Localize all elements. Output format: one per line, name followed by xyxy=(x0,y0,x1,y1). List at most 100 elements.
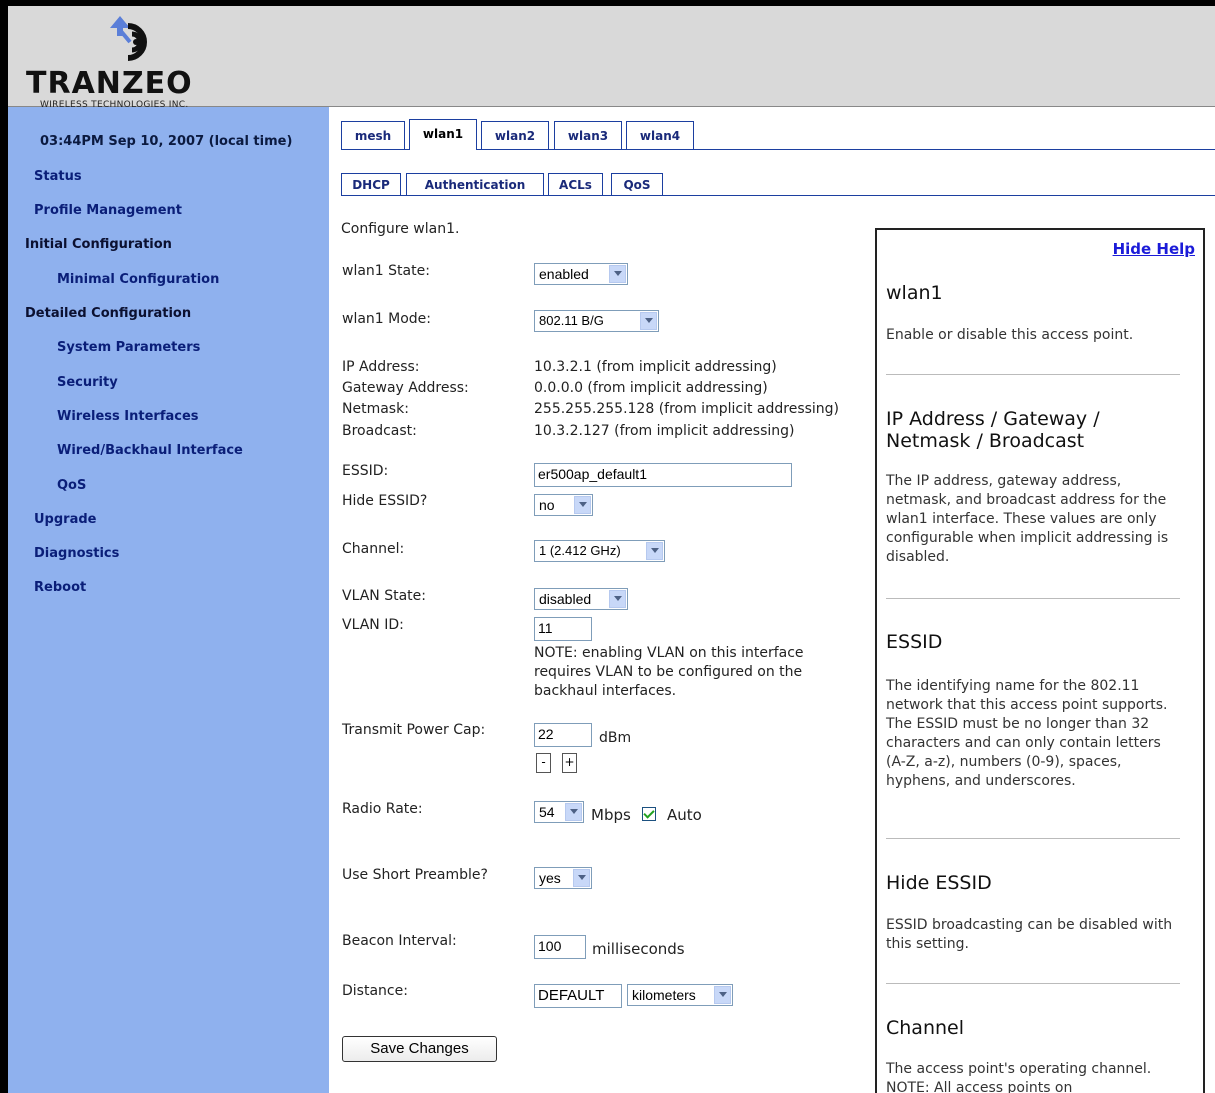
tab-wlan1[interactable]: wlan1 xyxy=(409,119,477,150)
sidebar-item-upgrade[interactable]: Upgrade xyxy=(34,512,96,527)
subtab-authentication-label: Authentication xyxy=(424,178,526,192)
distance-unit-select[interactable]: kilometers xyxy=(627,984,733,1006)
sidebar-item-reboot[interactable]: Reboot xyxy=(34,580,86,595)
beacon-interval-input[interactable]: 100 xyxy=(534,935,586,959)
short-preamble-label: Use Short Preamble? xyxy=(342,867,488,883)
vlan-note-line-2: requires VLAN to be configured on the xyxy=(534,664,803,680)
tab-wlan4-label: wlan4 xyxy=(639,129,681,143)
netmask-value: 255.255.255.128 (from implicit addressin… xyxy=(534,401,840,417)
help-divider xyxy=(886,598,1180,599)
gateway-address-value: 0.0.0.0 (from implicit addressing) xyxy=(534,380,768,396)
short-preamble-select[interactable]: yes xyxy=(534,867,592,889)
sidebar-item-security[interactable]: Security xyxy=(57,375,118,390)
subtab-acls-label: ACLs xyxy=(559,178,592,192)
sidebar-item-wireless-interfaces[interactable]: Wireless Interfaces xyxy=(57,409,199,424)
vlan-state-select[interactable]: disabled xyxy=(534,588,628,610)
wlan-mode-select[interactable]: 802.11 B/G xyxy=(534,310,659,332)
tab-wlan2-label: wlan2 xyxy=(494,129,536,143)
hide-essid-value: no xyxy=(539,497,555,513)
help-divider xyxy=(886,983,1180,984)
vlan-note-line-3: backhaul interfaces. xyxy=(534,683,677,699)
help-body-ip-address: The IP address, gateway address, netmask… xyxy=(886,473,1169,565)
distance-unit-value: kilometers xyxy=(632,987,696,1003)
sidebar-item-wired-backhaul-interface[interactable]: Wired/Backhaul Interface xyxy=(57,443,243,458)
gateway-address-label: Gateway Address: xyxy=(342,380,469,396)
help-body-wlan1: Enable or disable this access point. xyxy=(886,327,1134,343)
sidebar-heading-detailed-configuration: Detailed Configuration xyxy=(25,306,192,321)
sidebar-item-minimal-configuration[interactable]: Minimal Configuration xyxy=(57,272,219,287)
vlan-state-value: disabled xyxy=(539,591,592,607)
subtab-acls[interactable]: ACLs xyxy=(548,173,603,195)
sidebar-item-system-parameters[interactable]: System Parameters xyxy=(57,340,200,355)
tab-wlan2[interactable]: wlan2 xyxy=(481,121,549,149)
chevron-down-icon xyxy=(573,869,590,887)
wlan-state-value: enabled xyxy=(539,266,589,282)
sidebar-item-diagnostics[interactable]: Diagnostics xyxy=(34,546,119,561)
netmask-label: Netmask: xyxy=(342,401,409,417)
main-content: mesh wlan1 wlan2 wlan3 wlan4 DHCP Authen… xyxy=(329,107,1215,1093)
tx-power-increase-button[interactable]: + xyxy=(562,753,577,773)
help-divider xyxy=(886,374,1180,375)
wlan-state-select[interactable]: enabled xyxy=(534,263,628,285)
hide-essid-label: Hide ESSID? xyxy=(342,493,428,509)
broadcast-value: 10.3.2.127 (from implicit addressing) xyxy=(534,423,795,439)
sidebar-item-qos[interactable]: QoS xyxy=(57,478,86,493)
tx-power-input[interactable]: 22 xyxy=(534,723,592,747)
hide-essid-select[interactable]: no xyxy=(534,494,593,516)
help-title-wlan1: wlan1 xyxy=(886,282,943,304)
chevron-down-icon xyxy=(609,590,626,608)
subtab-dhcp-label: DHCP xyxy=(352,178,390,192)
subtab-authentication[interactable]: Authentication xyxy=(406,173,544,195)
sidebar: 03:44PM Sep 10, 2007 (local time) Status… xyxy=(8,107,329,1093)
tab-wlan4[interactable]: wlan4 xyxy=(626,121,694,149)
help-body-essid: The identifying name for the 802.11 netw… xyxy=(886,678,1168,789)
radio-rate-unit: Mbps xyxy=(591,806,631,824)
distance-label: Distance: xyxy=(342,983,408,999)
subtab-qos-label: QoS xyxy=(623,178,651,192)
channel-select[interactable]: 1 (2.412 GHz) xyxy=(534,540,665,562)
ip-address-value: 10.3.2.1 (from implicit addressing) xyxy=(534,359,777,375)
beacon-interval-label: Beacon Interval: xyxy=(342,933,457,949)
tab-wlan3[interactable]: wlan3 xyxy=(554,121,622,149)
subtab-qos[interactable]: QoS xyxy=(611,173,663,195)
chevron-down-icon xyxy=(565,803,582,821)
sidebar-heading-initial-configuration: Initial Configuration xyxy=(25,237,172,252)
help-divider xyxy=(886,838,1180,839)
short-preamble-value: yes xyxy=(539,870,561,886)
wlan-mode-value: 802.11 B/G xyxy=(539,313,604,328)
chevron-down-icon xyxy=(646,542,663,560)
radio-rate-auto-checkbox[interactable] xyxy=(642,807,656,821)
tab-wlan3-label: wlan3 xyxy=(567,129,609,143)
help-body-channel: The access point's operating channel. NO… xyxy=(886,1061,1152,1093)
sidebar-item-status[interactable]: Status xyxy=(34,169,82,184)
tab-mesh-label: mesh xyxy=(354,129,392,143)
tx-power-decrease-button[interactable]: - xyxy=(536,753,551,773)
help-title-hide-essid: Hide ESSID xyxy=(886,872,992,894)
broadcast-label: Broadcast: xyxy=(342,423,417,439)
tx-power-label: Transmit Power Cap: xyxy=(342,722,486,738)
form-intro: Configure wlan1. xyxy=(341,221,460,237)
hide-help-link[interactable]: Hide Help xyxy=(1113,240,1195,258)
tx-power-unit: dBm xyxy=(599,730,632,746)
distance-input[interactable]: DEFAULT xyxy=(534,984,622,1008)
antenna-logo-icon xyxy=(110,16,147,61)
essid-input[interactable]: er500ap_default1 xyxy=(534,463,792,487)
channel-value: 1 (2.412 GHz) xyxy=(539,543,621,558)
subtab-dhcp[interactable]: DHCP xyxy=(341,173,401,195)
tab-mesh[interactable]: mesh xyxy=(341,121,405,149)
vlan-state-label: VLAN State: xyxy=(342,588,426,604)
vlan-id-input[interactable]: 11 xyxy=(534,617,592,641)
chevron-down-icon xyxy=(640,312,657,330)
help-body-hide-essid: ESSID broadcasting can be disabled with … xyxy=(886,917,1173,952)
header-bar: TRANZEO WIRELESS TECHNOLOGIES INC. xyxy=(8,6,1215,110)
radio-rate-value: 54 xyxy=(539,804,555,820)
vlan-note-line-1: NOTE: enabling VLAN on this interface xyxy=(534,645,804,661)
sidebar-item-profile-management[interactable]: Profile Management xyxy=(34,203,182,218)
chevron-down-icon xyxy=(574,496,591,514)
browser-page: TRANZEO WIRELESS TECHNOLOGIES INC. 03:44… xyxy=(0,0,1215,1093)
help-title-channel: Channel xyxy=(886,1017,965,1039)
save-changes-button[interactable]: Save Changes xyxy=(342,1036,497,1062)
essid-label: ESSID: xyxy=(342,463,389,479)
wlan-mode-label: wlan1 Mode: xyxy=(342,311,432,327)
radio-rate-select[interactable]: 54 xyxy=(534,801,584,823)
